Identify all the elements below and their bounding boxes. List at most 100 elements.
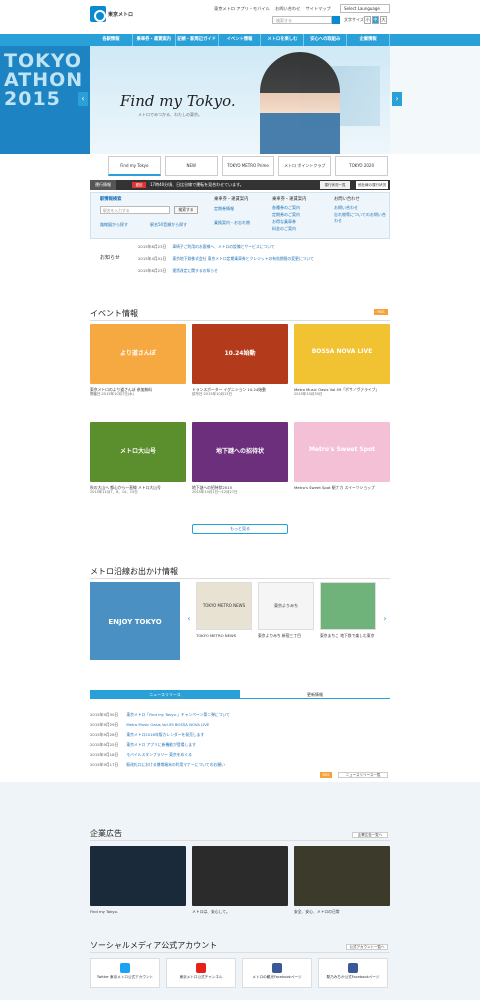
app-link[interactable]: 東京メトロ アプリ・モバイル — [214, 6, 270, 11]
rss-icon[interactable]: RSS — [320, 772, 332, 778]
release-text[interactable]: 駅改札口における携帯端末の利用マナーについてのお願い — [126, 762, 225, 767]
ad-card[interactable]: 安全、安心、メトロの日常 — [294, 846, 390, 914]
event-card[interactable]: Metro's Sweet Spot Metro's Sweet Spot 駅ナカ… — [294, 422, 390, 490]
route-link-1[interactable]: 定期券情報 — [214, 206, 234, 212]
event-card[interactable]: 10.24始動 トランスポーター イグニション 10.24始動 試写日:2015年1… — [192, 324, 288, 397]
banner-tokyo-2020[interactable]: TOKYO 2020 — [335, 156, 388, 176]
event-card[interactable]: 地下謎への招待状 地下謎への招待状2015 2015年10月1日〜12月27日 — [192, 422, 288, 495]
social-list-button[interactable]: 公式アカウント一覧へ — [346, 944, 388, 950]
release-text[interactable]: 東京メトロ「Find my Tokyo.」キャンペーン第二弾について — [126, 712, 230, 717]
social-card[interactable]: Twitter 東京メトロ公式アカウント — [90, 958, 160, 988]
banner-find-my-tokyo[interactable]: Find my Tokyo — [108, 156, 161, 176]
tab-updates[interactable]: 更新情報 — [240, 690, 390, 699]
sitemap-link[interactable]: サイトマップ — [306, 6, 331, 11]
release-row[interactable]: 2015年9月18日 モバイルスタンプラリー 東京をめぐる — [90, 752, 192, 758]
language-select[interactable]: Select Launguage — [340, 4, 390, 13]
rss-icon[interactable]: RSS — [374, 309, 388, 315]
route-text[interactable]: TOKYO METRO NEWS — [196, 633, 252, 638]
nav-item-events[interactable]: イベント情報 — [219, 34, 262, 46]
news-text[interactable]: 運賃改定に関するお知らせ — [172, 268, 218, 273]
release-text[interactable]: モバイルスタンプラリー 東京をめぐる — [126, 752, 192, 757]
font-size-large[interactable]: 大 — [380, 16, 387, 24]
contact-link-2[interactable]: 忘れ物等についてのお問い合わせ — [334, 212, 388, 224]
divider — [90, 578, 390, 579]
ad-caption[interactable]: 安全、安心、メトロの日常 — [294, 909, 390, 914]
carousel-next-icon[interactable]: › — [392, 92, 402, 106]
banner-new[interactable]: NEW — [164, 156, 218, 176]
station-50on-link[interactable]: 駅名50音順から探す — [150, 222, 187, 228]
nav-item-fares[interactable]: 乗車券・運賃案内 — [133, 34, 176, 46]
divider — [90, 840, 390, 841]
carousel-prev-icon[interactable]: ‹ — [78, 92, 88, 106]
status-list-button[interactable]: 運行状況一覧 — [320, 181, 350, 189]
route-map-link[interactable]: 路線図から探す — [100, 222, 128, 228]
release-row[interactable]: 2015年9月17日 駅改札口における携帯端末の利用マナーについてのお願い — [90, 762, 225, 768]
fare-link-4[interactable]: 料金のご案内 — [272, 226, 296, 232]
social-heading: ソーシャルメディア公式アカウント — [90, 941, 218, 950]
routes-prev-icon[interactable]: ‹ — [184, 612, 194, 626]
fare-link-3[interactable]: お得な乗車券 — [272, 219, 296, 225]
news-item[interactable]: 2015年6月23日 運賃改定に関するお知らせ — [138, 268, 218, 274]
event-title[interactable]: Metro's Sweet Spot 駅ナカ スイーツショップ — [294, 485, 390, 490]
route-card[interactable]: 東京よりみち東京よりみち 新宿三丁目 — [258, 582, 314, 638]
release-row[interactable]: 2015年9月29日 Metro Music Oasis Vol.59 BOSSA… — [90, 722, 209, 728]
news-text[interactable]: 車椅子ご利用のお客様へ、メトロの設備とサービスについて — [172, 244, 274, 249]
route-card-main[interactable]: ENJOY TOKYO — [90, 582, 180, 660]
service-status-text[interactable]: 17時40分頃、日比谷線で運転を見合わせています。 — [150, 180, 244, 190]
nav-item-safety[interactable]: 安心への取組み — [304, 34, 348, 46]
event-card[interactable]: より道さんぽ 東京メトロのより道さんぽ 参加無料 開催日:2015年10月7日(水) — [90, 324, 186, 397]
font-size-medium[interactable]: 中 — [372, 16, 379, 24]
ad-caption[interactable]: メトロは、安心して。 — [192, 909, 288, 914]
social-card[interactable]: 東京メトロ公式チャンネル — [166, 958, 236, 988]
route-card[interactable]: TOKYO METRO NEWS TOKYO METRO NEWS — [196, 582, 252, 638]
route-card[interactable]: 東京まちこ 地下鉄で楽しむ東京 — [320, 582, 376, 638]
release-text[interactable]: 東京メトロ2016年版カレンダーを発売します — [126, 732, 204, 737]
route-image: 東京よりみち — [258, 582, 314, 630]
banner-point-club[interactable]: メトロ ポイントクラブ — [278, 156, 332, 176]
tab-news-release[interactable]: ニュースリリース — [90, 690, 240, 699]
ad-card[interactable]: Find my Tokyo. — [90, 846, 186, 914]
logo[interactable] — [90, 6, 106, 22]
release-date: 2015年9月30日 — [90, 712, 119, 717]
hero-next-slide[interactable] — [390, 46, 480, 154]
nav-item-enjoy[interactable]: メトロを楽しむ — [261, 34, 305, 46]
search-input[interactable]: 検索する — [272, 16, 332, 24]
event-card[interactable]: BOSSA NOVA LIVE Metro Music Oasis Vol.59「… — [294, 324, 390, 397]
social-card[interactable]: メトロの観光Facebookページ — [242, 958, 312, 988]
ad-card[interactable]: メトロは、安心して。 — [192, 846, 288, 914]
route-text[interactable]: 東京よりみち 新宿三丁目 — [258, 633, 314, 638]
social-card[interactable]: 駅乃みちか公式Facebookページ — [318, 958, 388, 988]
ad-caption[interactable]: Find my Tokyo. — [90, 909, 186, 914]
release-text[interactable]: Metro Music Oasis Vol.59 BOSSA NOVA LIVE — [126, 722, 209, 727]
contact-link[interactable]: お問い合わせ — [275, 6, 300, 11]
release-row[interactable]: 2015年9月28日 東京メトロ2016年版カレンダーを発売します — [90, 732, 204, 738]
contact-link-1[interactable]: お問い合わせ — [334, 205, 358, 211]
ad-image — [192, 846, 288, 906]
station-input[interactable]: 駅名を入力する — [100, 206, 170, 214]
hero-prev-slide[interactable]: TOKYO ATHON 2015 — [0, 46, 90, 154]
station-search-button[interactable]: 検索する — [174, 206, 198, 214]
other-lines-button[interactable]: 他社線の運行状況 — [356, 181, 388, 189]
news-text[interactable]: 東京地下鉄株式会社 東京メトロ定期乗車券とクレジットの有効期限の変更について — [172, 256, 314, 261]
banner-prime[interactable]: TOKYO METRO Prime — [221, 156, 275, 176]
nav-item-stations[interactable]: 各駅情報 — [90, 34, 133, 46]
event-card[interactable]: メトロ大山号 秋の大山へ 都心から一直線 メトロ大山号 2015年11月7、8、14… — [90, 422, 186, 495]
route-text[interactable]: 東京まちこ 地下鉄で楽しむ東京 — [320, 633, 376, 638]
release-list-button[interactable]: ニュースリリース一覧 — [338, 772, 388, 778]
font-size-small[interactable]: 小 — [364, 16, 371, 24]
nav-item-corporate[interactable]: 企業情報 — [347, 34, 391, 46]
release-row[interactable]: 2015年9月30日 東京メトロ「Find my Tokyo.」キャンペーン第二弾… — [90, 712, 230, 718]
release-row[interactable]: 2015年9月25日 東京メトロ アプリに新機能が登場します — [90, 742, 196, 748]
route-link-2[interactable]: 乗換案内・お忘れ物 — [214, 220, 250, 226]
release-text[interactable]: 東京メトロ アプリに新機能が登場します — [126, 742, 196, 747]
search-button[interactable] — [332, 16, 340, 24]
station-search-section: 駅情報検索 — [100, 196, 121, 202]
more-events-button[interactable]: もっと見る — [192, 524, 288, 534]
news-item[interactable]: 2015年4月01日 東京地下鉄株式会社 東京メトロ定期乗車券とクレジットの有効期… — [138, 256, 314, 262]
news-item[interactable]: 2015年6月23日 車椅子ご利用のお客様へ、メトロの設備とサービスについて — [138, 244, 275, 250]
ads-list-button[interactable]: 企業広告一覧へ — [352, 832, 388, 838]
nav-item-guide[interactable]: 記帳・駅周辺ガイド — [176, 34, 219, 46]
fare-link-1[interactable]: 各種券のご案内 — [272, 205, 300, 211]
routes-next-icon[interactable]: › — [380, 612, 390, 626]
fare-link-2[interactable]: 定期券のご案内 — [272, 212, 300, 218]
